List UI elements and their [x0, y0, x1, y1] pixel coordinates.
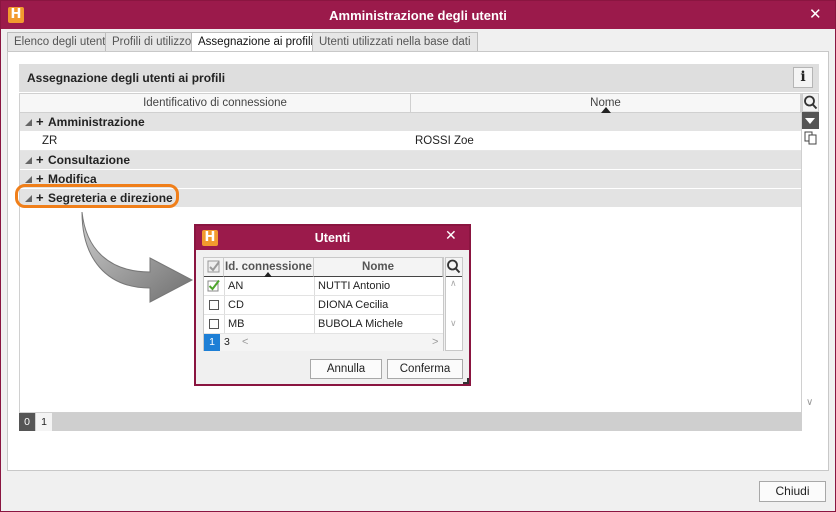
copy-icon	[804, 131, 817, 145]
table-row[interactable]: ZR ROSSI Zoe	[20, 132, 801, 151]
scroll-up-icon[interactable]: ∧	[450, 278, 457, 289]
users-dialog: H Utenti ✕ Id. connessione Nome AN NUTTI…	[194, 224, 471, 386]
scroll-right-icon[interactable]: >	[432, 334, 438, 351]
dialog-column-header-nome[interactable]: Nome	[314, 258, 443, 277]
column-header-identificativo[interactable]: Identificativo di connessione	[20, 94, 411, 113]
close-button[interactable]: Chiudi	[759, 481, 826, 502]
page-button-0[interactable]: 0	[19, 413, 35, 431]
search-button[interactable]	[802, 93, 819, 112]
dialog-search-button[interactable]	[446, 258, 462, 277]
collapse-triangle-icon[interactable]	[25, 157, 32, 164]
list-item[interactable]: AN NUTTI Antonio	[204, 277, 443, 296]
window-title: Amministrazione degli utenti	[329, 8, 507, 23]
group-row-amministrazione[interactable]: + Amministrazione	[20, 113, 801, 132]
cell-divider	[314, 277, 315, 295]
collapse-triangle-icon[interactable]	[25, 119, 32, 126]
tab-utenti-base-dati[interactable]: Utenti utilizzati nella base dati	[312, 32, 478, 52]
dialog-close-icon[interactable]: ✕	[445, 228, 457, 244]
search-icon	[804, 95, 818, 110]
tab-elenco-utenti[interactable]: Elenco degli utenti	[7, 32, 115, 52]
title-bar: H Amministrazione degli utenti ✕	[1, 1, 835, 29]
search-icon	[447, 259, 461, 274]
row-name: DIONA Cecilia	[318, 299, 389, 311]
add-icon[interactable]: +	[36, 113, 44, 131]
list-item[interactable]: CD DIONA Cecilia	[204, 296, 443, 315]
cancel-button[interactable]: Annulla	[310, 359, 382, 379]
list-item[interactable]: MB BUBOLA Michele	[204, 315, 443, 334]
info-button[interactable]: i	[793, 67, 813, 88]
row-name: NUTTI Antonio	[318, 280, 391, 292]
row-name: BUBOLA Michele	[318, 318, 403, 330]
copy-button[interactable]	[804, 131, 817, 145]
grid-pagination: 0 1	[19, 413, 802, 431]
scroll-left-icon[interactable]: <	[242, 334, 248, 351]
select-all-checkbox-icon[interactable]	[207, 260, 221, 274]
dialog-row-count: 3	[224, 336, 230, 348]
group-label: Consultazione	[48, 153, 131, 167]
cell-name: ROSSI Zoe	[415, 135, 474, 147]
dialog-side-tools: ∧ ∨	[445, 257, 463, 351]
row-checkbox[interactable]	[209, 319, 219, 329]
grid-side-tools: ∨	[802, 93, 819, 413]
group-row-consultazione[interactable]: + Consultazione	[20, 151, 801, 170]
dialog-title-bar: H Utenti ✕	[196, 226, 469, 250]
row-id: MB	[228, 318, 245, 330]
page-button-1[interactable]: 1	[36, 413, 52, 431]
dropdown-menu-button[interactable]	[802, 112, 819, 129]
scroll-down-icon[interactable]: ∨	[450, 318, 457, 329]
add-icon[interactable]: +	[36, 151, 44, 169]
confirm-button[interactable]: Conferma	[387, 359, 463, 379]
tab-profili-utilizzo[interactable]: Profili di utilizzo	[105, 32, 199, 52]
select-all-header[interactable]	[204, 258, 224, 277]
cell-divider	[224, 277, 225, 295]
cell-divider	[224, 315, 225, 333]
dialog-users-grid: Id. connessione Nome AN NUTTI Antonio CD…	[203, 257, 444, 351]
panel-header: Assegnazione degli utenti ai profili i	[19, 64, 819, 92]
collapse-triangle-icon[interactable]	[25, 176, 32, 183]
dialog-pagination: 1 3 < >	[204, 334, 443, 351]
checkbox-checked-icon[interactable]	[207, 279, 221, 293]
cell-divider	[314, 315, 315, 333]
cell-divider	[224, 296, 225, 314]
group-label: Amministrazione	[48, 115, 145, 129]
scroll-down-icon[interactable]: ∨	[806, 397, 813, 408]
row-id: CD	[228, 299, 244, 311]
tab-assegnazione-profili[interactable]: Assegnazione ai profili	[191, 32, 321, 53]
resize-grip-icon[interactable]	[463, 378, 469, 384]
cell-id: ZR	[42, 135, 58, 147]
window-close-icon[interactable]: ✕	[809, 5, 822, 23]
panel-title: Assegnazione degli utenti ai profili	[27, 71, 226, 85]
row-id: AN	[228, 280, 244, 292]
dialog-title: Utenti	[314, 231, 351, 245]
highlight-annotation	[15, 184, 179, 208]
annotation-arrow-icon	[81, 211, 194, 303]
cell-divider	[314, 296, 315, 314]
row-checkbox[interactable]	[209, 300, 219, 310]
dialog-page-button[interactable]: 1	[204, 334, 220, 351]
